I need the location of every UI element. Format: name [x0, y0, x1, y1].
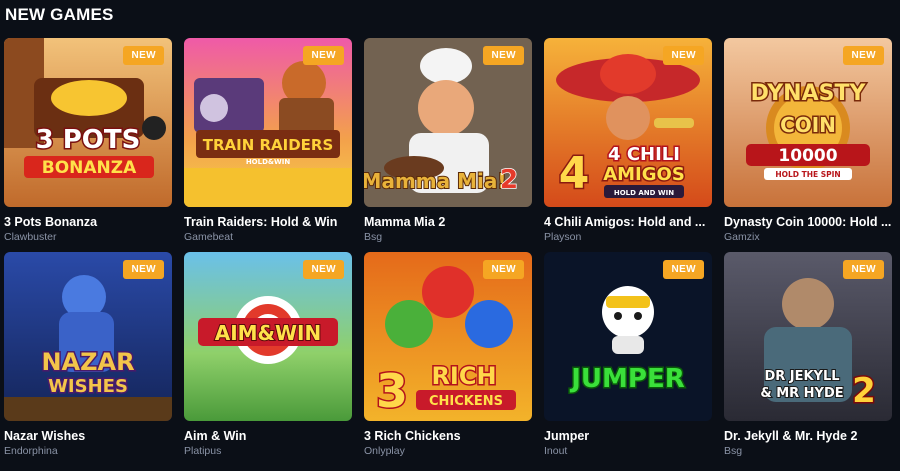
new-badge: NEW: [303, 46, 344, 65]
game-provider: Clawbuster: [4, 231, 57, 243]
svg-text:TRAIN RAIDERS: TRAIN RAIDERS: [203, 136, 334, 154]
game-provider: Gamebeat: [184, 231, 234, 243]
svg-text:Mamma Mia!: Mamma Mia!: [364, 169, 506, 193]
svg-text:JUMPER: JUMPER: [569, 364, 685, 394]
svg-text:CHICKENS: CHICKENS: [429, 394, 503, 409]
game-title[interactable]: 4 Chili Amigos: Hold and ...: [544, 215, 712, 229]
game-thumbnail[interactable]: JUMPER NEW: [544, 252, 712, 421]
svg-text:3: 3: [376, 364, 408, 418]
game-provider: Endorphina: [4, 445, 58, 457]
game-provider: Bsg: [364, 231, 383, 243]
game-title[interactable]: Train Raiders: Hold & Win: [184, 215, 352, 229]
svg-text:RICH: RICH: [431, 362, 496, 390]
game-card-train-raiders[interactable]: TRAIN RAIDERS HOLD&WIN NEW Train Raiders…: [184, 38, 352, 243]
game-card-nazar-wishes[interactable]: NAZAR WISHES NEW Nazar Wishes Endorphina: [4, 252, 172, 457]
game-thumbnail[interactable]: 4 4 CHILI AMIGOS HOLD AND WIN NEW: [544, 38, 712, 207]
game-title[interactable]: Mamma Mia 2: [364, 215, 532, 229]
game-card-aim-and-win[interactable]: AIM&WIN NEW Aim & Win Platipus: [184, 252, 352, 457]
game-card-3-rich-chickens[interactable]: 3 RICH CHICKENS NEW 3 Rich Chickens Only…: [364, 252, 532, 457]
new-badge: NEW: [843, 260, 884, 279]
game-thumbnail[interactable]: AIM&WIN NEW: [184, 252, 352, 421]
game-provider: Bsg: [724, 445, 743, 457]
new-badge: NEW: [123, 46, 164, 65]
game-thumbnail[interactable]: TRAIN RAIDERS HOLD&WIN NEW: [184, 38, 352, 207]
game-title[interactable]: 3 Pots Bonanza: [4, 215, 172, 229]
game-thumbnail[interactable]: NAZAR WISHES NEW: [4, 252, 172, 421]
svg-text:AIM&WIN: AIM&WIN: [215, 321, 322, 345]
game-thumbnail[interactable]: DYNASTY COIN 10000 HOLD THE SPIN NEW: [724, 38, 892, 207]
game-title[interactable]: Dynasty Coin 10000: Hold ...: [724, 215, 892, 229]
svg-text:WISHES: WISHES: [48, 376, 128, 397]
game-provider: Onlyplay: [364, 445, 405, 457]
new-badge: NEW: [843, 46, 884, 65]
game-card-dr-jekyll-mr-hyde-2[interactable]: DR JEKYLL & MR HYDE 2 NEW Dr. Jekyll & M…: [724, 252, 892, 457]
svg-text:HOLD&WIN: HOLD&WIN: [246, 158, 291, 166]
svg-text:& MR HYDE: & MR HYDE: [760, 386, 843, 401]
new-badge: NEW: [483, 46, 524, 65]
game-card-4-chili-amigos[interactable]: 4 4 CHILI AMIGOS HOLD AND WIN NEW 4 Chil…: [544, 38, 712, 243]
svg-text:DYNASTY: DYNASTY: [751, 81, 867, 106]
svg-text:NAZAR: NAZAR: [41, 348, 134, 376]
game-thumbnail[interactable]: Mamma Mia! 2 NEW: [364, 38, 532, 207]
game-thumbnail[interactable]: 3 POTS BONANZA NEW: [4, 38, 172, 207]
svg-text:4 CHILI: 4 CHILI: [608, 144, 680, 165]
game-provider: Gamzix: [724, 231, 760, 243]
game-title[interactable]: Dr. Jekyll & Mr. Hyde 2: [724, 429, 892, 443]
game-card-jumper[interactable]: JUMPER NEW Jumper Inout: [544, 252, 712, 457]
new-badge: NEW: [663, 260, 704, 279]
game-title[interactable]: Nazar Wishes: [4, 429, 172, 443]
game-card-dynasty-coin[interactable]: DYNASTY COIN 10000 HOLD THE SPIN NEW Dyn…: [724, 38, 892, 243]
svg-text:4: 4: [559, 148, 590, 199]
game-title[interactable]: Aim & Win: [184, 429, 352, 443]
game-title[interactable]: 3 Rich Chickens: [364, 429, 532, 443]
svg-text:3 POTS: 3 POTS: [36, 125, 141, 155]
game-provider: Playson: [544, 231, 582, 243]
svg-text:2: 2: [852, 371, 876, 411]
svg-text:HOLD AND WIN: HOLD AND WIN: [614, 189, 674, 197]
new-badge: NEW: [303, 260, 344, 279]
svg-text:AMIGOS: AMIGOS: [603, 164, 685, 185]
new-badge: NEW: [123, 260, 164, 279]
page-title: NEW GAMES: [5, 5, 114, 24]
new-badge: NEW: [663, 46, 704, 65]
svg-text:10000: 10000: [778, 146, 837, 166]
game-card-mamma-mia-2[interactable]: Mamma Mia! 2 NEW Mamma Mia 2 Bsg: [364, 38, 532, 243]
new-badge: NEW: [483, 260, 524, 279]
game-card-3-pots-bonanza[interactable]: 3 POTS BONANZA NEW 3 Pots Bonanza Clawbu…: [4, 38, 172, 243]
game-title[interactable]: Jumper: [544, 429, 712, 443]
svg-text:HOLD THE SPIN: HOLD THE SPIN: [775, 170, 840, 179]
svg-text:BONANZA: BONANZA: [42, 158, 137, 178]
svg-text:COIN: COIN: [780, 113, 836, 137]
game-provider: Platipus: [184, 445, 222, 457]
svg-text:DR JEKYLL: DR JEKYLL: [764, 369, 839, 384]
game-provider: Inout: [544, 445, 568, 457]
game-thumbnail[interactable]: 3 RICH CHICKENS NEW: [364, 252, 532, 421]
svg-text:2: 2: [500, 165, 518, 195]
game-thumbnail[interactable]: DR JEKYLL & MR HYDE 2 NEW: [724, 252, 892, 421]
